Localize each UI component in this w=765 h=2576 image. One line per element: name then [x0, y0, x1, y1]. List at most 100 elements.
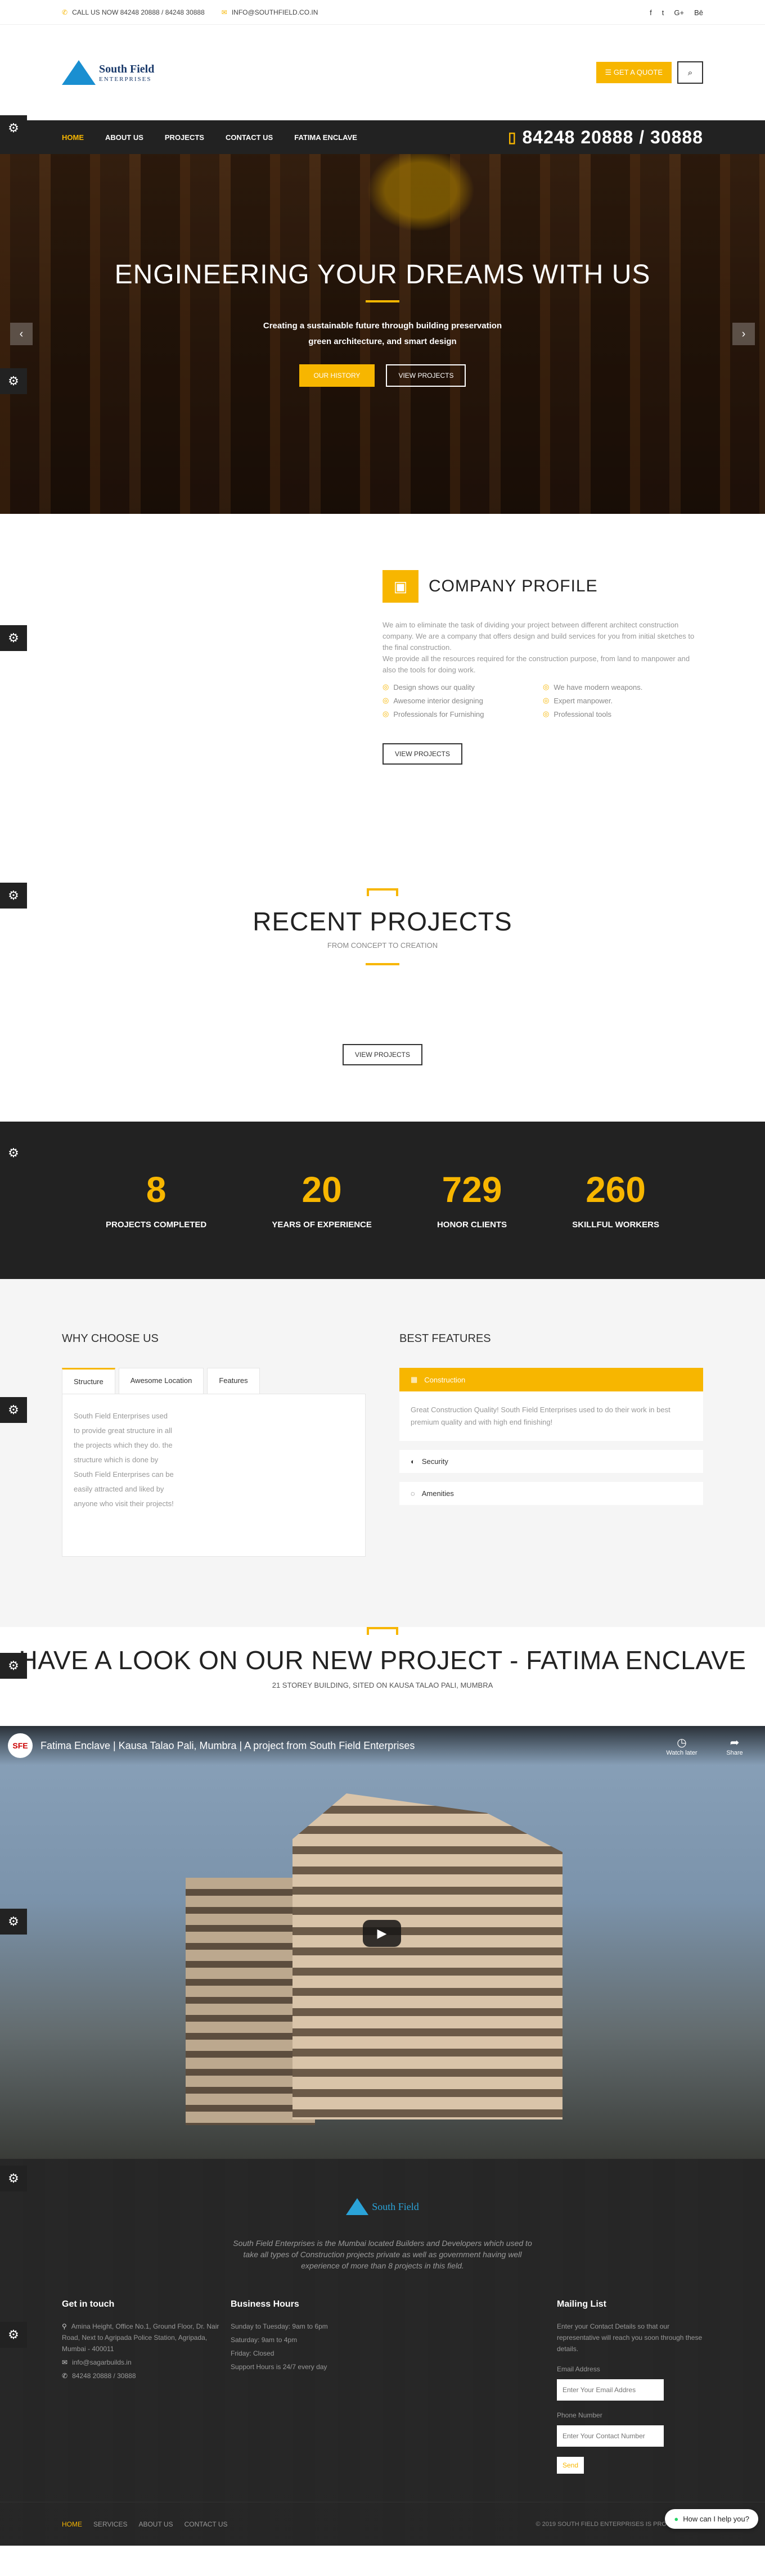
settings-gear-icon[interactable]: ⚙ [0, 1140, 27, 1166]
search-icon: ⌕ [687, 67, 693, 78]
list-item: ◎ Expert manpower. [543, 696, 703, 705]
settings-gear-icon[interactable]: ⚙ [0, 2322, 27, 2348]
briefcase-icon: ▣ [382, 570, 418, 603]
tab-features[interactable]: Features [207, 1368, 260, 1394]
youtube-video-embed[interactable]: SFE Fatima Enclave | Kausa Talao Pali, M… [0, 1726, 765, 2159]
tab-panel-text: South Field Enterprises used to provide … [74, 1412, 174, 1508]
facebook-icon[interactable]: f [650, 8, 652, 17]
mobile-phone-icon: ▯ [508, 128, 517, 146]
footer-phone[interactable]: ✆ 84248 20888 / 30888 [62, 2370, 231, 2381]
phone-field[interactable] [557, 2425, 664, 2447]
fatima-enclave-header: HAVE A LOOK ON OUR NEW PROJECT - FATIMA … [0, 1627, 765, 1726]
settings-gear-icon[interactable]: ⚙ [0, 625, 27, 651]
recent-projects-section: RECENT PROJECTS FROM CONCEPT TO CREATION… [0, 838, 765, 1122]
top-email[interactable]: ✉ INFO@SOUTHFIELD.CO.IN [222, 8, 318, 16]
stat-clients: 729 HONOR CLIENTS [437, 1172, 507, 1230]
video-title[interactable]: Fatima Enclave | Kausa Talao Pali, Mumbr… [40, 1740, 651, 1752]
send-button[interactable]: Send [557, 2457, 584, 2474]
footer: South Field South Field Enterprises is t… [0, 2159, 765, 2546]
footer-column-title: Get in touch [62, 2299, 115, 2309]
feature-label: Awesome interior designing [393, 696, 483, 705]
accordion-header[interactable]: ◌ Amenities [399, 1482, 703, 1505]
site-logo[interactable]: South Field ENTERPRISES [62, 60, 154, 85]
feature-label: We have modern weapons. [554, 683, 643, 692]
why-tabs: Structure Awesome Location Features [62, 1368, 366, 1394]
profile-view-projects-button[interactable]: VIEW PROJECTS [382, 743, 463, 765]
footer-link-about[interactable]: ABOUT US [138, 2520, 173, 2528]
settings-gear-icon[interactable]: ⚙ [0, 115, 27, 141]
settings-gear-icon[interactable]: ⚙ [0, 1909, 27, 1935]
profile-text-2: We provide all the resources required fo… [382, 654, 690, 674]
phone-icon: ✆ [62, 2372, 68, 2380]
recent-view-projects-button[interactable]: VIEW PROJECTS [342, 1044, 422, 1065]
get-quote-button[interactable]: ☰ GET A QUOTE [596, 62, 672, 83]
check-circle-icon: ◎ [382, 696, 389, 704]
list-item: ◎ Design shows our quality [382, 683, 543, 692]
stat-experience: 20 YEARS OF EXPERIENCE [272, 1172, 372, 1230]
stat-projects: 8 PROJECTS COMPLETED [106, 1172, 206, 1230]
slider-prev-arrow-icon[interactable]: ‹ [10, 323, 33, 345]
search-button[interactable]: ⌕ [677, 61, 703, 84]
tab-structure[interactable]: Structure [62, 1368, 115, 1394]
check-circle-icon: ◎ [382, 683, 389, 691]
feature-label: Design shows our quality [393, 683, 475, 692]
watch-later-label: Watch later [666, 1749, 698, 1756]
settings-gear-icon[interactable]: ⚙ [0, 883, 27, 909]
email-field[interactable] [557, 2379, 664, 2401]
top-phone[interactable]: ✆ CALL US NOW 84248 20888 / 84248 30888 [62, 8, 205, 16]
nav-fatima-enclave[interactable]: FATIMA ENCLAVE [294, 133, 357, 142]
section-bracket-icon [367, 1627, 398, 1635]
slider-next-arrow-icon[interactable]: › [732, 323, 755, 345]
check-circle-icon: ◎ [543, 709, 550, 718]
footer-link-services[interactable]: SERVICES [93, 2520, 127, 2528]
stat-label: SKILLFUL WORKERS [572, 1219, 659, 1230]
logo-triangle-icon [62, 60, 96, 85]
list-item: ◎ Professional tools [543, 709, 703, 718]
behance-icon[interactable]: Bē [694, 8, 703, 17]
why-choose-column: WHY CHOOSE US Structure Awesome Location… [62, 1332, 366, 1557]
nav-contact[interactable]: CONTACT US [226, 133, 273, 142]
accordion-header[interactable]: ▦ Construction [399, 1368, 703, 1391]
hero-subtitle: Creating a sustainable future through bu… [263, 320, 502, 346]
stat-number: 260 [586, 1169, 646, 1210]
accordion-header[interactable]: ◐ Security [399, 1450, 703, 1473]
nav-projects[interactable]: PROJECTS [165, 133, 204, 142]
feature-label: Professionals for Furnishing [393, 709, 484, 718]
google-plus-icon[interactable]: G+ [674, 8, 684, 17]
share-icon: ➦ [730, 1736, 740, 1749]
profile-features-list: ◎ Design shows our quality ◎ We have moder… [382, 683, 703, 718]
footer-logo[interactable]: South Field [62, 2198, 703, 2215]
mailing-text: Enter your Contact Details so that our r… [557, 2322, 703, 2353]
hours-item: Sunday to Tuesday: 9am to 6pm [231, 2322, 328, 2330]
tab-awesome-location[interactable]: Awesome Location [118, 1368, 204, 1394]
shield-icon: ◐ [411, 1457, 415, 1466]
settings-gear-icon[interactable]: ⚙ [0, 1397, 27, 1423]
share-label: Share [726, 1749, 743, 1756]
stat-label: YEARS OF EXPERIENCE [272, 1219, 372, 1230]
nav-home[interactable]: HOME [62, 133, 84, 142]
nav-phone[interactable]: ▯ 84248 20888 / 30888 [508, 127, 703, 148]
section-divider [366, 963, 399, 965]
our-history-button[interactable]: OUR HISTORY [299, 364, 375, 387]
share-button[interactable]: ➦ Share [712, 1736, 757, 1756]
top-email-text: INFO@SOUTHFIELD.CO.IN [231, 8, 318, 16]
settings-gear-icon[interactable]: ⚙ [0, 368, 27, 394]
settings-gear-icon[interactable]: ⚙ [0, 1653, 27, 1679]
view-projects-button[interactable]: VIEW PROJECTS [386, 364, 466, 387]
footer-link-contact[interactable]: CONTACT US [184, 2520, 228, 2528]
company-profile-section: ▣ COMPANY PROFILE We aim to eliminate th… [0, 514, 765, 838]
mail-icon: ✉ [62, 2358, 68, 2366]
footer-email[interactable]: ✉ info@sagarbuilds.in [62, 2357, 231, 2368]
list-item: ◎ We have modern weapons. [543, 683, 703, 692]
whatsapp-help-button[interactable]: ● How can I help you? [665, 2509, 758, 2529]
social-links: f t G+ Bē [650, 8, 703, 17]
settings-gear-icon[interactable]: ⚙ [0, 2166, 27, 2191]
play-button-icon[interactable]: ▶ [363, 1920, 401, 1947]
nav-about[interactable]: ABOUT US [105, 133, 143, 142]
fatima-subtitle: 21 STOREY BUILDING, SITED ON KAUSA TALAO… [272, 1681, 493, 1689]
check-circle-icon: ◎ [543, 683, 550, 691]
channel-avatar[interactable]: SFE [8, 1733, 33, 1758]
twitter-icon[interactable]: t [662, 8, 664, 17]
watch-later-button[interactable]: ◷ Watch later [659, 1736, 704, 1756]
footer-link-home[interactable]: HOME [62, 2520, 82, 2528]
